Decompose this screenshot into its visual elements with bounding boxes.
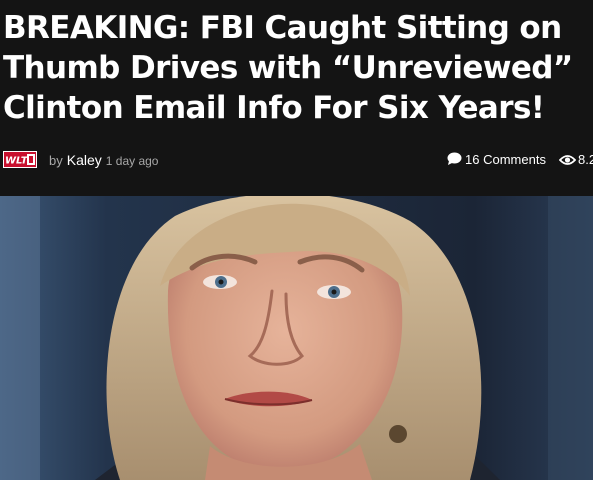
site-logo-icon[interactable]: WLT [3, 151, 37, 168]
comments-count: 16 [465, 152, 480, 167]
post-time: 1 day ago [105, 154, 159, 168]
speech-bubble-icon [447, 152, 462, 165]
views-value: 8.2 [578, 152, 593, 167]
article-meta: WLT by Kaley 1 day ago 16 Comments 8.2 [0, 146, 593, 174]
svg-text:WLT: WLT [5, 156, 29, 167]
headline-line: Thumb Drives with “Unreviewed” [3, 50, 573, 86]
hero-image[interactable] [0, 196, 593, 480]
byline: by Kaley 1 day ago [49, 152, 158, 169]
comments-label: Comments [483, 152, 546, 167]
article-header: BREAKING: FBI Caught Sitting on Thumb Dr… [0, 0, 593, 196]
byline-prefix: by [49, 153, 63, 168]
portrait-photo [0, 196, 593, 480]
eye-icon [558, 155, 577, 165]
author-link[interactable]: Kaley [67, 152, 102, 168]
article-headline[interactable]: BREAKING: FBI Caught Sitting on Thumb Dr… [3, 8, 593, 128]
comments-link[interactable]: 16 Comments [447, 152, 546, 168]
view-count: 8.2 [558, 152, 593, 168]
headline-line: BREAKING: FBI Caught Sitting on [3, 10, 562, 46]
headline-line: Clinton Email Info For Six Years! [3, 90, 545, 126]
